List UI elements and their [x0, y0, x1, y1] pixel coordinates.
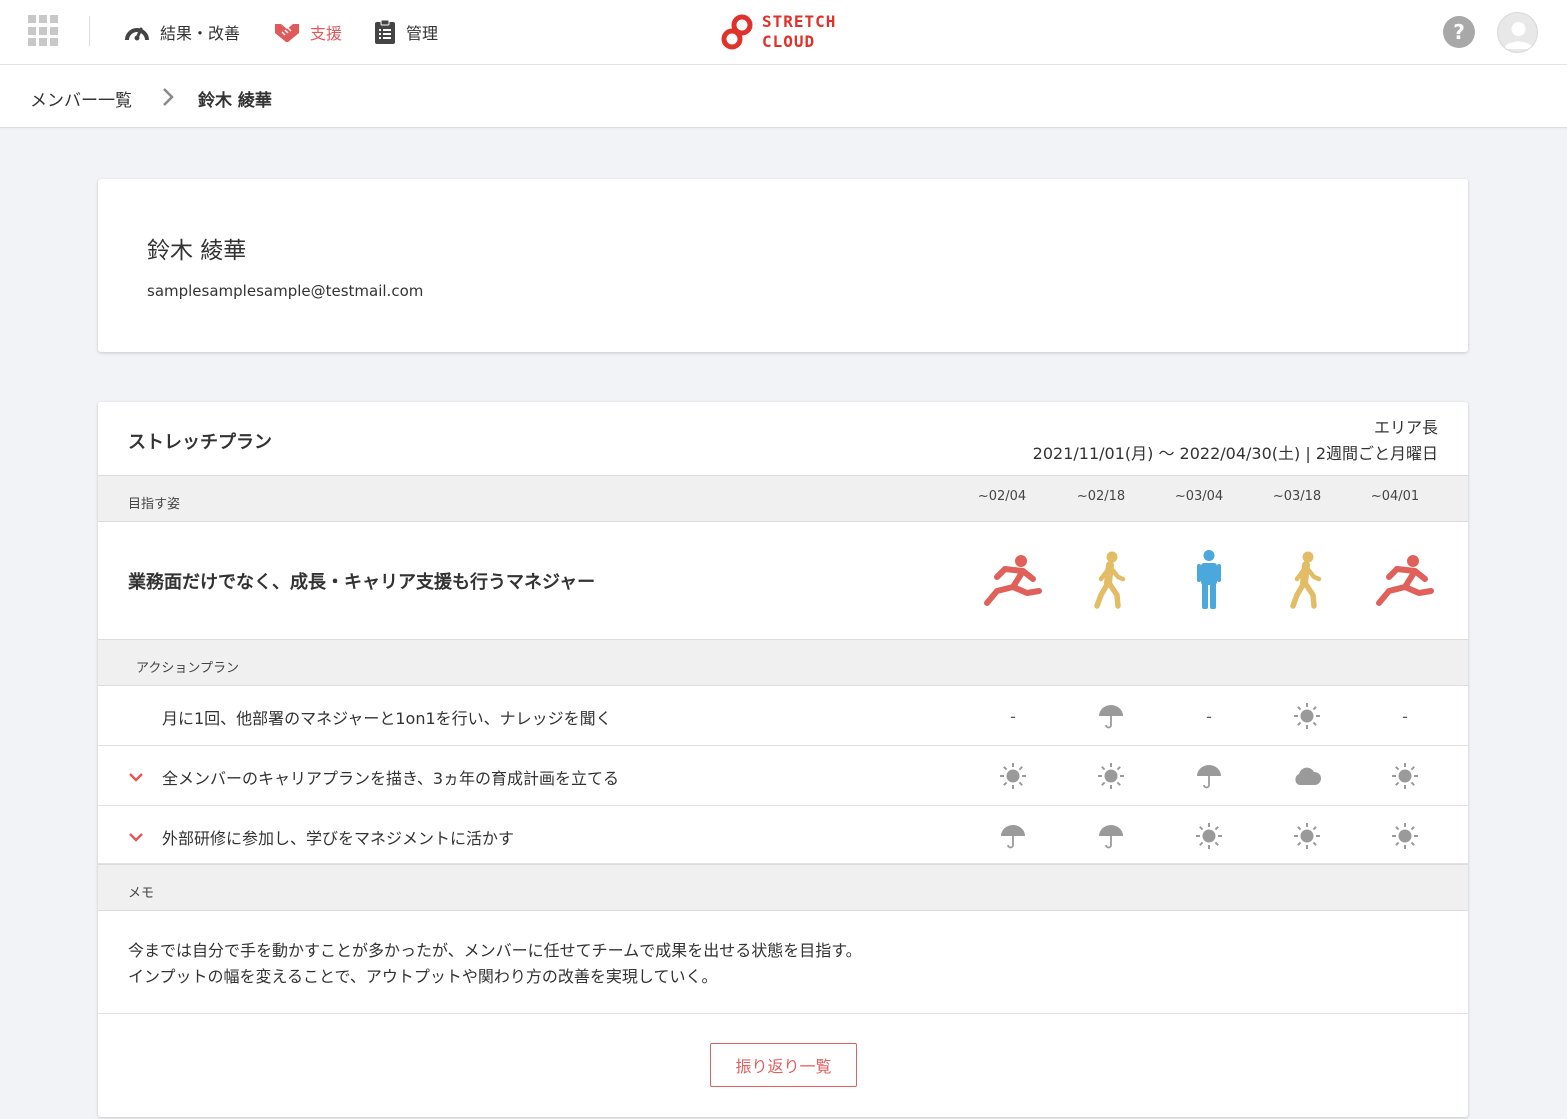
action-plan-label: 全メンバーのキャリアプランを描き、3ヵ年の育成計画を立てる	[162, 769, 620, 788]
running-figure-icon	[984, 555, 1042, 606]
breadcrumb: メンバー一覧 鈴木 綾華	[0, 65, 1567, 128]
sun-icon	[1294, 703, 1320, 729]
umbrella-icon	[1001, 825, 1025, 849]
memo-header: メモ	[98, 864, 1468, 911]
handshake-icon	[275, 24, 299, 42]
action-plan-row[interactable]: 全メンバーのキャリアプランを描き、3ヵ年の育成計画を立てる	[98, 746, 1468, 806]
action-plan-row[interactable]: 外部研修に参加し、学びをマネジメントに活かす	[98, 806, 1468, 864]
goal-header: 目指す姿 ~02/04 ~02/18 ~03/04 ~03/18 ~04/01	[98, 475, 1468, 522]
chevron-down-icon[interactable]	[128, 768, 144, 782]
weather-cell	[1282, 760, 1332, 792]
action-plan-header: アクションプラン	[98, 639, 1468, 686]
weather-cell	[1282, 820, 1332, 852]
weather-empty: -	[1402, 706, 1408, 726]
weather-empty: -	[1206, 706, 1212, 726]
nav-support-label: 支援	[310, 24, 343, 43]
chevron-down-icon[interactable]	[128, 828, 144, 842]
weather-cell	[988, 820, 1038, 852]
breadcrumb-current: 鈴木 綾華	[198, 91, 272, 111]
weather-cell	[1184, 760, 1234, 792]
sun-icon	[1196, 823, 1222, 849]
goal-figure	[1076, 548, 1146, 612]
sun-icon	[1000, 763, 1026, 789]
goal-figure	[978, 548, 1048, 612]
walking-figure-icon	[1094, 551, 1126, 609]
cloud-icon	[1295, 767, 1322, 785]
period-date: ~02/04	[977, 489, 1027, 504]
umbrella-icon	[1197, 765, 1221, 789]
sun-icon	[1392, 763, 1418, 789]
nav-manage[interactable]: 管理	[374, 18, 438, 46]
speedometer-icon	[125, 27, 149, 41]
goal-figure	[1272, 548, 1342, 612]
running-figure-icon	[1376, 555, 1434, 606]
plan-title: ストレッチプラン	[128, 432, 272, 453]
profile-card: 鈴木 綾華 samplesamplesample@testmail.com	[98, 179, 1468, 352]
sun-icon	[1392, 823, 1418, 849]
weather-cell	[1086, 760, 1136, 792]
nav-manage-label: 管理	[406, 24, 439, 43]
weather-cell	[1282, 700, 1332, 732]
nav-support[interactable]: 支援	[274, 18, 342, 46]
weather-cell	[1184, 820, 1234, 852]
memo-line: 今までは自分で手を動かすことが多かったが、メンバーに任せてチームで成果を出せる状…	[128, 941, 862, 960]
memo-line: インプットの幅を変えることで、アウトプットや関わり方の改善を実現していく。	[128, 967, 718, 986]
clipboard-icon	[375, 19, 395, 44]
walking-figure-icon	[1290, 551, 1322, 609]
period-date: ~02/18	[1076, 489, 1126, 504]
period-date: ~03/18	[1272, 489, 1322, 504]
help-icon[interactable]: ?	[1443, 16, 1475, 48]
plan-period: 2021/11/01(月) 〜 2022/04/30(土) | 2週間ごと月曜日	[1032, 444, 1438, 463]
goal-header-label: 目指す姿	[128, 497, 181, 512]
divider	[98, 1013, 1468, 1014]
chevron-right-icon	[162, 87, 174, 112]
logo-text: STRETCH CLOUD	[762, 12, 837, 51]
period-date: ~04/01	[1370, 489, 1420, 504]
stretch-plan-card: ストレッチプラン エリア長 2021/11/01(月) 〜 2022/04/30…	[98, 402, 1468, 1117]
action-plan-label: 月に1回、他部署のマネジャーと1on1を行い、ナレッジを聞く	[162, 709, 612, 728]
nav-results[interactable]: 結果・改善	[124, 18, 240, 46]
goal-figure	[1174, 548, 1244, 612]
member-name: 鈴木 綾華	[147, 238, 247, 264]
app-grid-icon[interactable]	[28, 15, 60, 47]
nav-results-label: 結果・改善	[160, 24, 241, 43]
plan-role: エリア長	[1373, 418, 1438, 437]
sun-icon	[1098, 763, 1124, 789]
divider	[89, 16, 90, 46]
memo-header-label: メモ	[128, 886, 155, 901]
breadcrumb-member-list[interactable]: メンバー一覧	[30, 86, 132, 111]
weather-cell	[1380, 820, 1430, 852]
weather-cell	[1086, 820, 1136, 852]
standing-figure-icon	[1197, 550, 1221, 609]
member-email: samplesamplesample@testmail.com	[147, 282, 424, 300]
action-plan-label: 外部研修に参加し、学びをマネジメントに活かす	[162, 829, 515, 848]
top-bar: 結果・改善 支援 管理 STRETCH CLOUD ?	[0, 0, 1567, 65]
weather-cell	[1086, 700, 1136, 732]
action-plan-header-label: アクションプラン	[136, 661, 239, 676]
weather-empty: -	[1010, 706, 1016, 726]
umbrella-icon	[1099, 705, 1123, 729]
logo-mark-icon	[721, 14, 753, 50]
goal-text: 業務面だけでなく、成長・キャリア支援も行うマネジャー	[128, 572, 596, 593]
umbrella-icon	[1099, 825, 1123, 849]
review-list-button[interactable]: 振り返り一覧	[710, 1043, 857, 1087]
sun-icon	[1294, 823, 1320, 849]
user-icon	[1504, 22, 1533, 49]
weather-cell	[1380, 760, 1430, 792]
action-plan-row: 月に1回、他部署のマネジャーと1on1を行い、ナレッジを聞く - - -	[98, 686, 1468, 746]
goal-figure	[1370, 548, 1440, 612]
stretch-cloud-logo[interactable]: STRETCH CLOUD	[720, 12, 836, 52]
avatar[interactable]	[1497, 12, 1538, 53]
weather-cell	[988, 760, 1038, 792]
period-date: ~03/04	[1174, 489, 1224, 504]
